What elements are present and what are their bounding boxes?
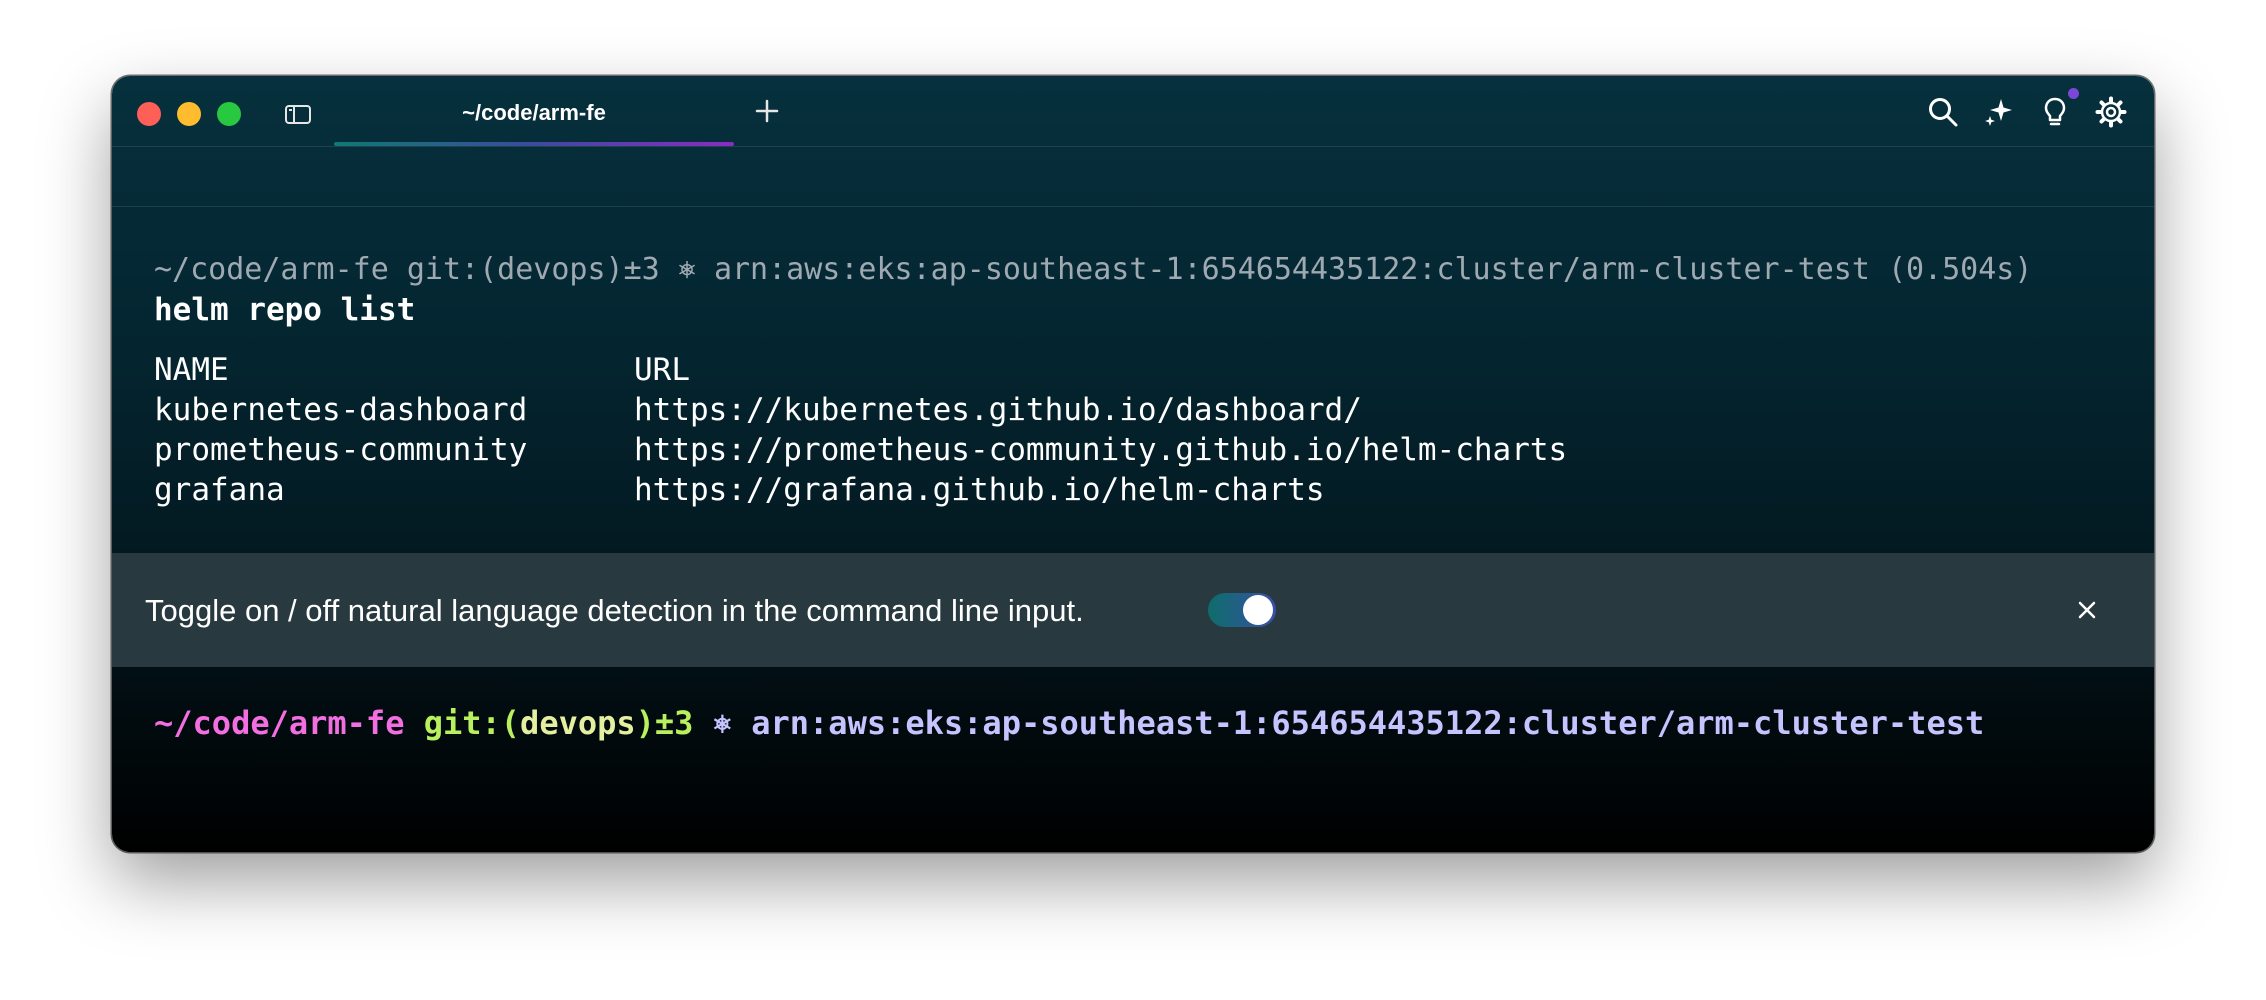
prompt-branch: devops bbox=[520, 704, 636, 742]
repo-name: grafana bbox=[154, 472, 285, 508]
block-divider bbox=[112, 206, 2154, 207]
history-prompt-path: ~/code/arm-fe bbox=[154, 252, 389, 287]
ai-sparkle-icon[interactable] bbox=[1982, 95, 2016, 129]
repo-url: https://prometheus-community.github.io/h… bbox=[634, 432, 1568, 468]
panel-toggle-icon[interactable] bbox=[284, 102, 312, 126]
executed-command: helm repo list bbox=[154, 292, 416, 328]
tab-arm-fe[interactable]: ~/code/arm-fe bbox=[334, 76, 734, 146]
repo-name: kubernetes-dashboard bbox=[154, 392, 528, 428]
prompt-cluster: arn:aws:eks:ap-southeast-1:654654435122:… bbox=[751, 704, 1985, 742]
tab-label: ~/code/arm-fe bbox=[462, 100, 606, 125]
minimize-window-button[interactable] bbox=[177, 102, 201, 126]
output-row: kubernetes-dashboard https://kubernetes.… bbox=[154, 390, 1362, 430]
close-icon[interactable] bbox=[2072, 595, 2102, 625]
output-header-name: NAME bbox=[154, 352, 229, 388]
repo-name: prometheus-community bbox=[154, 432, 528, 468]
history-prompt: ~/code/arm-fe git:(devops)±3 ⎈ arn:aws:e… bbox=[154, 252, 2032, 287]
helm-icon: ⎈ bbox=[677, 252, 696, 287]
helm-icon: ⎈ bbox=[712, 704, 732, 742]
command-duration: (0.504s) bbox=[1887, 252, 2033, 287]
output-row: prometheus-community https://prometheus-… bbox=[154, 430, 1567, 470]
output-header-url: URL bbox=[634, 352, 690, 388]
title-bar: ~/code/arm-fe bbox=[112, 76, 2154, 147]
tip-banner: Toggle on / off natural language detecti… bbox=[112, 553, 2154, 667]
maximize-window-button[interactable] bbox=[217, 102, 241, 126]
prompt-git-suffix: )±3 bbox=[635, 704, 694, 742]
lightbulb-icon[interactable] bbox=[2038, 95, 2072, 129]
notification-dot bbox=[2068, 88, 2079, 99]
output-row: grafana https://grafana.github.io/helm-c… bbox=[154, 470, 1325, 510]
natural-language-toggle[interactable] bbox=[1208, 593, 1276, 627]
search-icon[interactable] bbox=[1926, 95, 1960, 129]
output-header-row: NAME URL bbox=[154, 350, 690, 390]
plus-icon[interactable] bbox=[752, 96, 782, 126]
terminal-window: ~/code/arm-fe ~/code/arm-fe git:(devops)… bbox=[112, 76, 2154, 852]
history-prompt-cluster: arn:aws:eks:ap-southeast-1:654654435122:… bbox=[713, 252, 1870, 287]
repo-url: https://grafana.github.io/helm-charts bbox=[634, 472, 1325, 508]
active-prompt[interactable]: ~/code/arm-fe git:(devops)±3 ⎈ arn:aws:e… bbox=[154, 704, 1984, 742]
close-window-button[interactable] bbox=[137, 102, 161, 126]
tip-text: Toggle on / off natural language detecti… bbox=[145, 593, 1084, 628]
prompt-path: ~/code/arm-fe bbox=[154, 704, 405, 742]
toggle-knob bbox=[1243, 595, 1273, 625]
active-tab-indicator bbox=[334, 142, 734, 146]
history-prompt-git: git:(devops)±3 bbox=[406, 252, 660, 287]
prompt-git-label: git:( bbox=[423, 704, 521, 742]
repo-url: https://kubernetes.github.io/dashboard/ bbox=[634, 392, 1362, 428]
command-output: NAME URL kubernetes-dashboard https://ku… bbox=[154, 350, 1567, 510]
gear-icon[interactable] bbox=[2094, 95, 2128, 129]
